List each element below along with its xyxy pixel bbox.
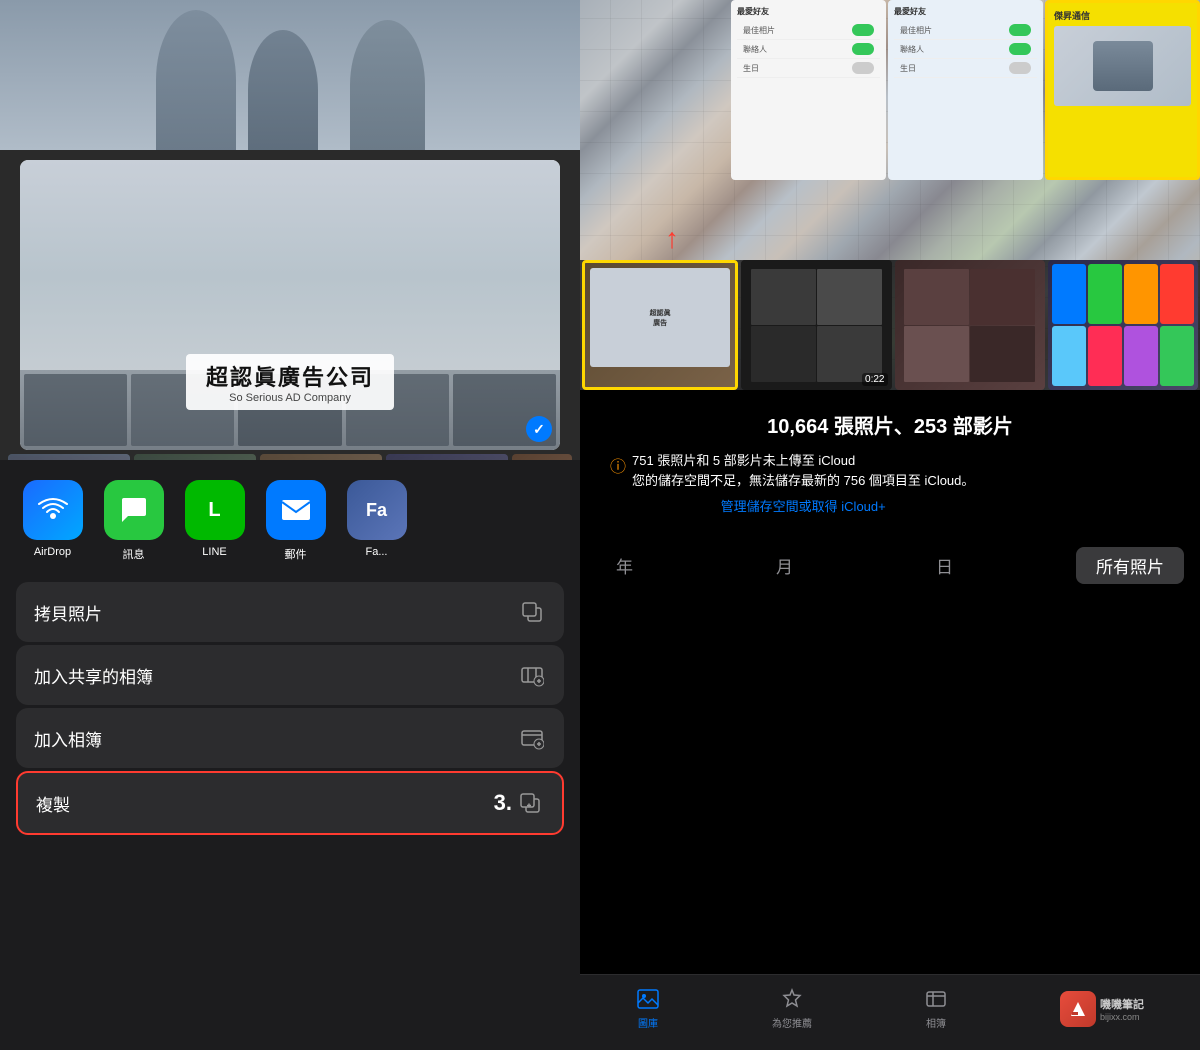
for-you-icon bbox=[780, 987, 804, 1011]
fa-share-item[interactable]: Fa Fa... bbox=[344, 480, 409, 562]
copy-photo-icon bbox=[518, 598, 546, 626]
toggle-1 bbox=[852, 24, 874, 36]
nav-for-you[interactable]: 為您推薦 bbox=[772, 987, 812, 1030]
bottom-thumbs-strip: 超認眞廣告 0:22 bbox=[580, 260, 1200, 390]
line-share-item[interactable]: L LINE bbox=[182, 480, 247, 562]
watermark-text-block: 嘰嘰筆記 bijixx.com bbox=[1100, 996, 1144, 1022]
bottom-nav: 圖庫 為您推薦 相簿 嘰嘰筆記 bbox=[580, 974, 1200, 1050]
thumb-3[interactable] bbox=[260, 454, 382, 460]
floating-cards: 最愛好友 最佳相片 聯絡人 生日 bbox=[731, 0, 1200, 180]
warning-row: ⓘ 751 張照片和 5 部影片未上傳至 iCloud您的儲存空間不足，無法儲存… bbox=[600, 451, 1180, 515]
settings-card-2: 最愛好友 最佳相片 聯絡人 生日 bbox=[888, 0, 1043, 180]
stats-title: 10,664 張照片、253 部影片 bbox=[600, 410, 1180, 439]
watermark-url: bijixx.com bbox=[1100, 1012, 1144, 1022]
step-number: 3. bbox=[494, 790, 512, 816]
settings-card-1: 最愛好友 最佳相片 聯絡人 生日 bbox=[731, 0, 886, 180]
photo-title-en: So Serious AD Company bbox=[206, 392, 374, 404]
toggle-row-5: 聯絡人 bbox=[894, 40, 1037, 59]
bottom-thumb-1[interactable]: 超認眞廣告 bbox=[582, 260, 738, 390]
main-photo-banner: 超認眞廣告公司 So Serious AD Company bbox=[186, 354, 394, 410]
toggle-5 bbox=[1009, 43, 1031, 55]
add-album-action[interactable]: 加入相簿 bbox=[16, 708, 564, 768]
bottom-thumb-3[interactable] bbox=[895, 260, 1045, 390]
card1-title: 最愛好友 bbox=[737, 6, 880, 17]
left-panel: 超認眞廣告公司 So Serious AD Company Pu bbox=[0, 0, 580, 1050]
line-icon-box: L bbox=[185, 480, 245, 540]
thumbnail-row: Pu bbox=[0, 450, 580, 460]
duplicate-action[interactable]: 複製 3. bbox=[16, 771, 564, 835]
video-duration: 0:22 bbox=[862, 373, 887, 386]
airdrop-share-item[interactable]: AirDrop bbox=[20, 480, 85, 562]
add-album-label: 加入相簿 bbox=[34, 726, 102, 751]
bottom-thumb-4[interactable] bbox=[1048, 260, 1198, 390]
add-shared-album-action[interactable]: 加入共享的相簿 bbox=[16, 645, 564, 705]
thumb-5[interactable]: Pu bbox=[512, 454, 572, 460]
toggle-6 bbox=[1009, 62, 1031, 74]
add-shared-album-icon bbox=[518, 661, 546, 689]
share-icons-row: AirDrop 訊息 L LINE 郵件 bbox=[0, 460, 580, 572]
right-panel: 最愛好友 最佳相片 聯絡人 生日 bbox=[580, 0, 1200, 1050]
right-top-photos: 最愛好友 最佳相片 聯絡人 生日 bbox=[580, 0, 1200, 390]
fa-label: Fa... bbox=[365, 546, 387, 558]
card-row-top: 最愛好友 最佳相片 聯絡人 生日 bbox=[731, 0, 1200, 180]
messages-label: 訊息 bbox=[123, 546, 145, 562]
toggle-2 bbox=[852, 43, 874, 55]
nav-library-label: 圖庫 bbox=[638, 1015, 658, 1030]
toggle-3 bbox=[852, 62, 874, 74]
mail-label: 郵件 bbox=[285, 546, 307, 562]
add-shared-album-label: 加入共享的相簿 bbox=[34, 663, 153, 688]
fa-icon-box: Fa bbox=[347, 480, 407, 540]
watermark-text-top: 嘰嘰筆記 bbox=[1100, 996, 1144, 1012]
main-photo: 超認眞廣告公司 So Serious AD Company bbox=[20, 160, 560, 450]
photo-title-zh: 超認眞廣告公司 bbox=[206, 360, 374, 392]
jie-sheng-label: 傑昇通信 bbox=[1054, 9, 1191, 22]
tab-all-photos[interactable]: 所有照片 bbox=[1076, 547, 1184, 584]
icloud-link[interactable]: 管理儲存空間或取得 iCloud+ bbox=[632, 496, 974, 515]
line-label: LINE bbox=[202, 546, 226, 558]
toggle-row-2: 聯絡人 bbox=[737, 40, 880, 59]
toggle-row-4: 最佳相片 bbox=[894, 21, 1037, 40]
thumb-2[interactable] bbox=[134, 454, 256, 460]
warning-icon: ⓘ bbox=[610, 453, 626, 477]
share-actions-list: 拷貝照片 加入共享的相簿 加 bbox=[0, 572, 580, 1050]
toggle-row-1: 最佳相片 bbox=[737, 21, 880, 40]
time-tabs: 年 月 日 所有照片 bbox=[580, 535, 1200, 596]
tab-month[interactable]: 月 bbox=[756, 547, 813, 584]
warning-text: 751 張照片和 5 部影片未上傳至 iCloud您的儲存空間不足，無法儲存最新… bbox=[632, 451, 974, 490]
nav-for-you-label: 為您推薦 bbox=[772, 1015, 812, 1030]
thumb-4[interactable] bbox=[386, 454, 508, 460]
bottom-thumb-2[interactable]: 0:22 bbox=[741, 260, 891, 390]
nav-albums[interactable]: 相簿 bbox=[924, 987, 948, 1030]
add-album-icon bbox=[518, 724, 546, 752]
messages-icon bbox=[104, 480, 164, 540]
thumb-1[interactable] bbox=[8, 454, 130, 460]
watermark: 嘰嘰筆記 bijixx.com bbox=[1060, 991, 1144, 1027]
selection-checkmark bbox=[526, 416, 552, 442]
copy-photo-action[interactable]: 拷貝照片 bbox=[16, 582, 564, 642]
duplicate-icon bbox=[516, 789, 544, 817]
albums-icon bbox=[924, 987, 948, 1011]
toggle-row-6: 生日 bbox=[894, 59, 1037, 78]
mail-icon-box bbox=[266, 480, 326, 540]
airdrop-icon bbox=[23, 480, 83, 540]
nav-albums-label: 相簿 bbox=[926, 1015, 946, 1030]
toggle-4 bbox=[1009, 24, 1031, 36]
jie-sheng-card: 傑昇通信 bbox=[1045, 0, 1200, 180]
tab-day[interactable]: 日 bbox=[916, 547, 973, 584]
stats-section: 10,664 張照片、253 部影片 ⓘ 751 張照片和 5 部影片未上傳至 … bbox=[580, 390, 1200, 535]
duplicate-label: 複製 bbox=[36, 791, 70, 816]
card2-title: 最愛好友 bbox=[894, 6, 1037, 17]
airdrop-label: AirDrop bbox=[34, 546, 71, 558]
tab-year[interactable]: 年 bbox=[596, 547, 653, 584]
photo-preview-area: 超認眞廣告公司 So Serious AD Company Pu bbox=[0, 0, 580, 460]
mail-share-item[interactable]: 郵件 bbox=[263, 480, 328, 562]
toggle-row-3: 生日 bbox=[737, 59, 880, 78]
nav-library[interactable]: 圖庫 bbox=[636, 987, 660, 1030]
copy-photo-label: 拷貝照片 bbox=[34, 600, 102, 625]
library-icon bbox=[636, 987, 660, 1011]
watermark-icon bbox=[1060, 991, 1096, 1027]
red-arrow: ↓ bbox=[665, 226, 679, 258]
messages-share-item[interactable]: 訊息 bbox=[101, 480, 166, 562]
